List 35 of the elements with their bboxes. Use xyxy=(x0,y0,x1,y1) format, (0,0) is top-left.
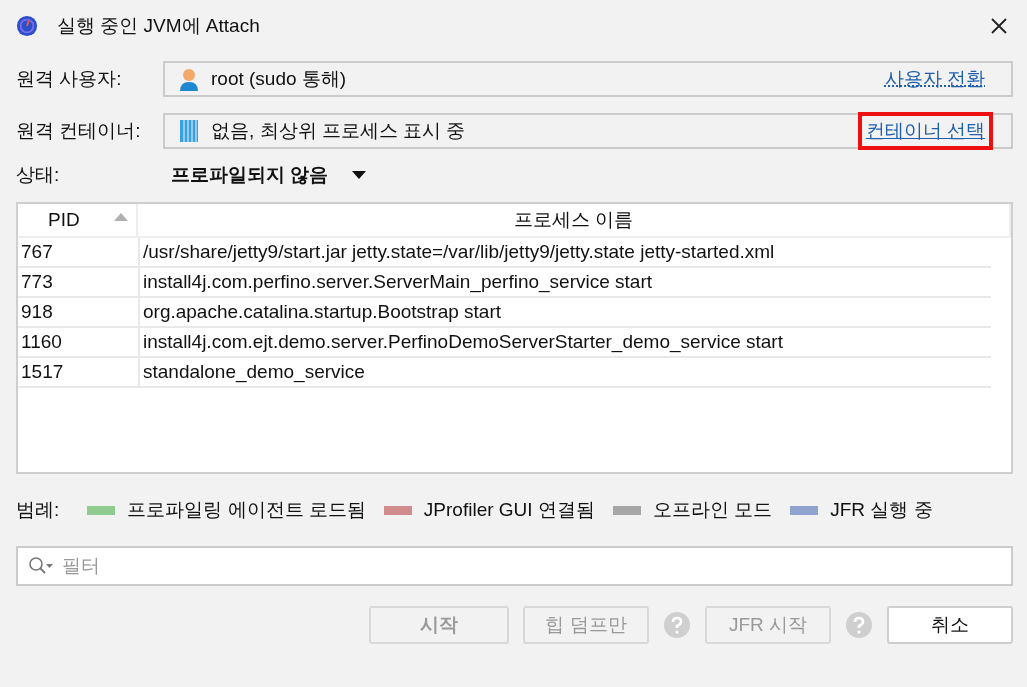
legend-text: 오프라인 모드 xyxy=(652,498,773,522)
column-header[interactable]: 프로세스 이름 xyxy=(138,204,1011,238)
dialog-button[interactable]: 취소 xyxy=(887,606,1013,644)
status-dropdown[interactable]: 프로파일되지 않음 xyxy=(171,162,329,188)
app-logo-icon xyxy=(16,15,38,37)
table-cell: 1517 xyxy=(18,358,140,386)
table-cell-text: install4j.com.ejt.demo.server.PerfinoDemoServerStarter_demo_service start xyxy=(142,330,784,355)
table-cell: 918 xyxy=(18,298,140,326)
status-label: 상태: xyxy=(16,163,61,187)
field-label: 원격 컨테이너: xyxy=(16,119,142,143)
legend-text: JProfiler GUI 연결됨 xyxy=(423,498,595,522)
user-icon xyxy=(179,67,199,91)
link[interactable]: 컨테이너 선택 xyxy=(857,112,993,150)
search-icon[interactable] xyxy=(28,556,54,576)
column-header[interactable]: PID xyxy=(18,204,138,238)
link[interactable]: 사용자 전환 xyxy=(876,60,993,98)
legend-text: JFR 실행 중 xyxy=(830,498,933,522)
legend-label: 범례: xyxy=(16,498,60,522)
field-value: 없음, 최상위 프로세스 표시 중 xyxy=(211,119,467,143)
table-cell-text: /usr/share/jetty9/start.jar jetty.state=/var/lib/jetty9/jetty.state jetty-started.xml xyxy=(142,240,776,264)
table-cell: 773 xyxy=(18,268,140,296)
table-cell: 767 xyxy=(18,238,140,266)
caret-icon[interactable] xyxy=(352,171,367,179)
close-icon[interactable] xyxy=(989,16,1009,36)
legend-text: 프로파일링 에이전트 로드됨 xyxy=(127,498,366,522)
filter-field[interactable]: 필터 xyxy=(16,546,1013,586)
field-label: 원격 사용자: xyxy=(16,67,123,91)
table-cell-text: install4j.com.perfino.server.ServerMain_perfino_service start xyxy=(142,270,653,295)
field-value: root (sudo 통해) xyxy=(211,67,348,91)
table-cell-text: org.apache.catalina.startup.Bootstrap start xyxy=(142,300,503,324)
window-title: 실행 중인 JVM에 Attach xyxy=(57,14,261,38)
table-cell-text: standalone_demo_service xyxy=(142,360,366,385)
container-icon xyxy=(179,119,199,143)
table-cell: 1160 xyxy=(18,328,140,356)
sort-ascending-icon xyxy=(114,213,128,221)
